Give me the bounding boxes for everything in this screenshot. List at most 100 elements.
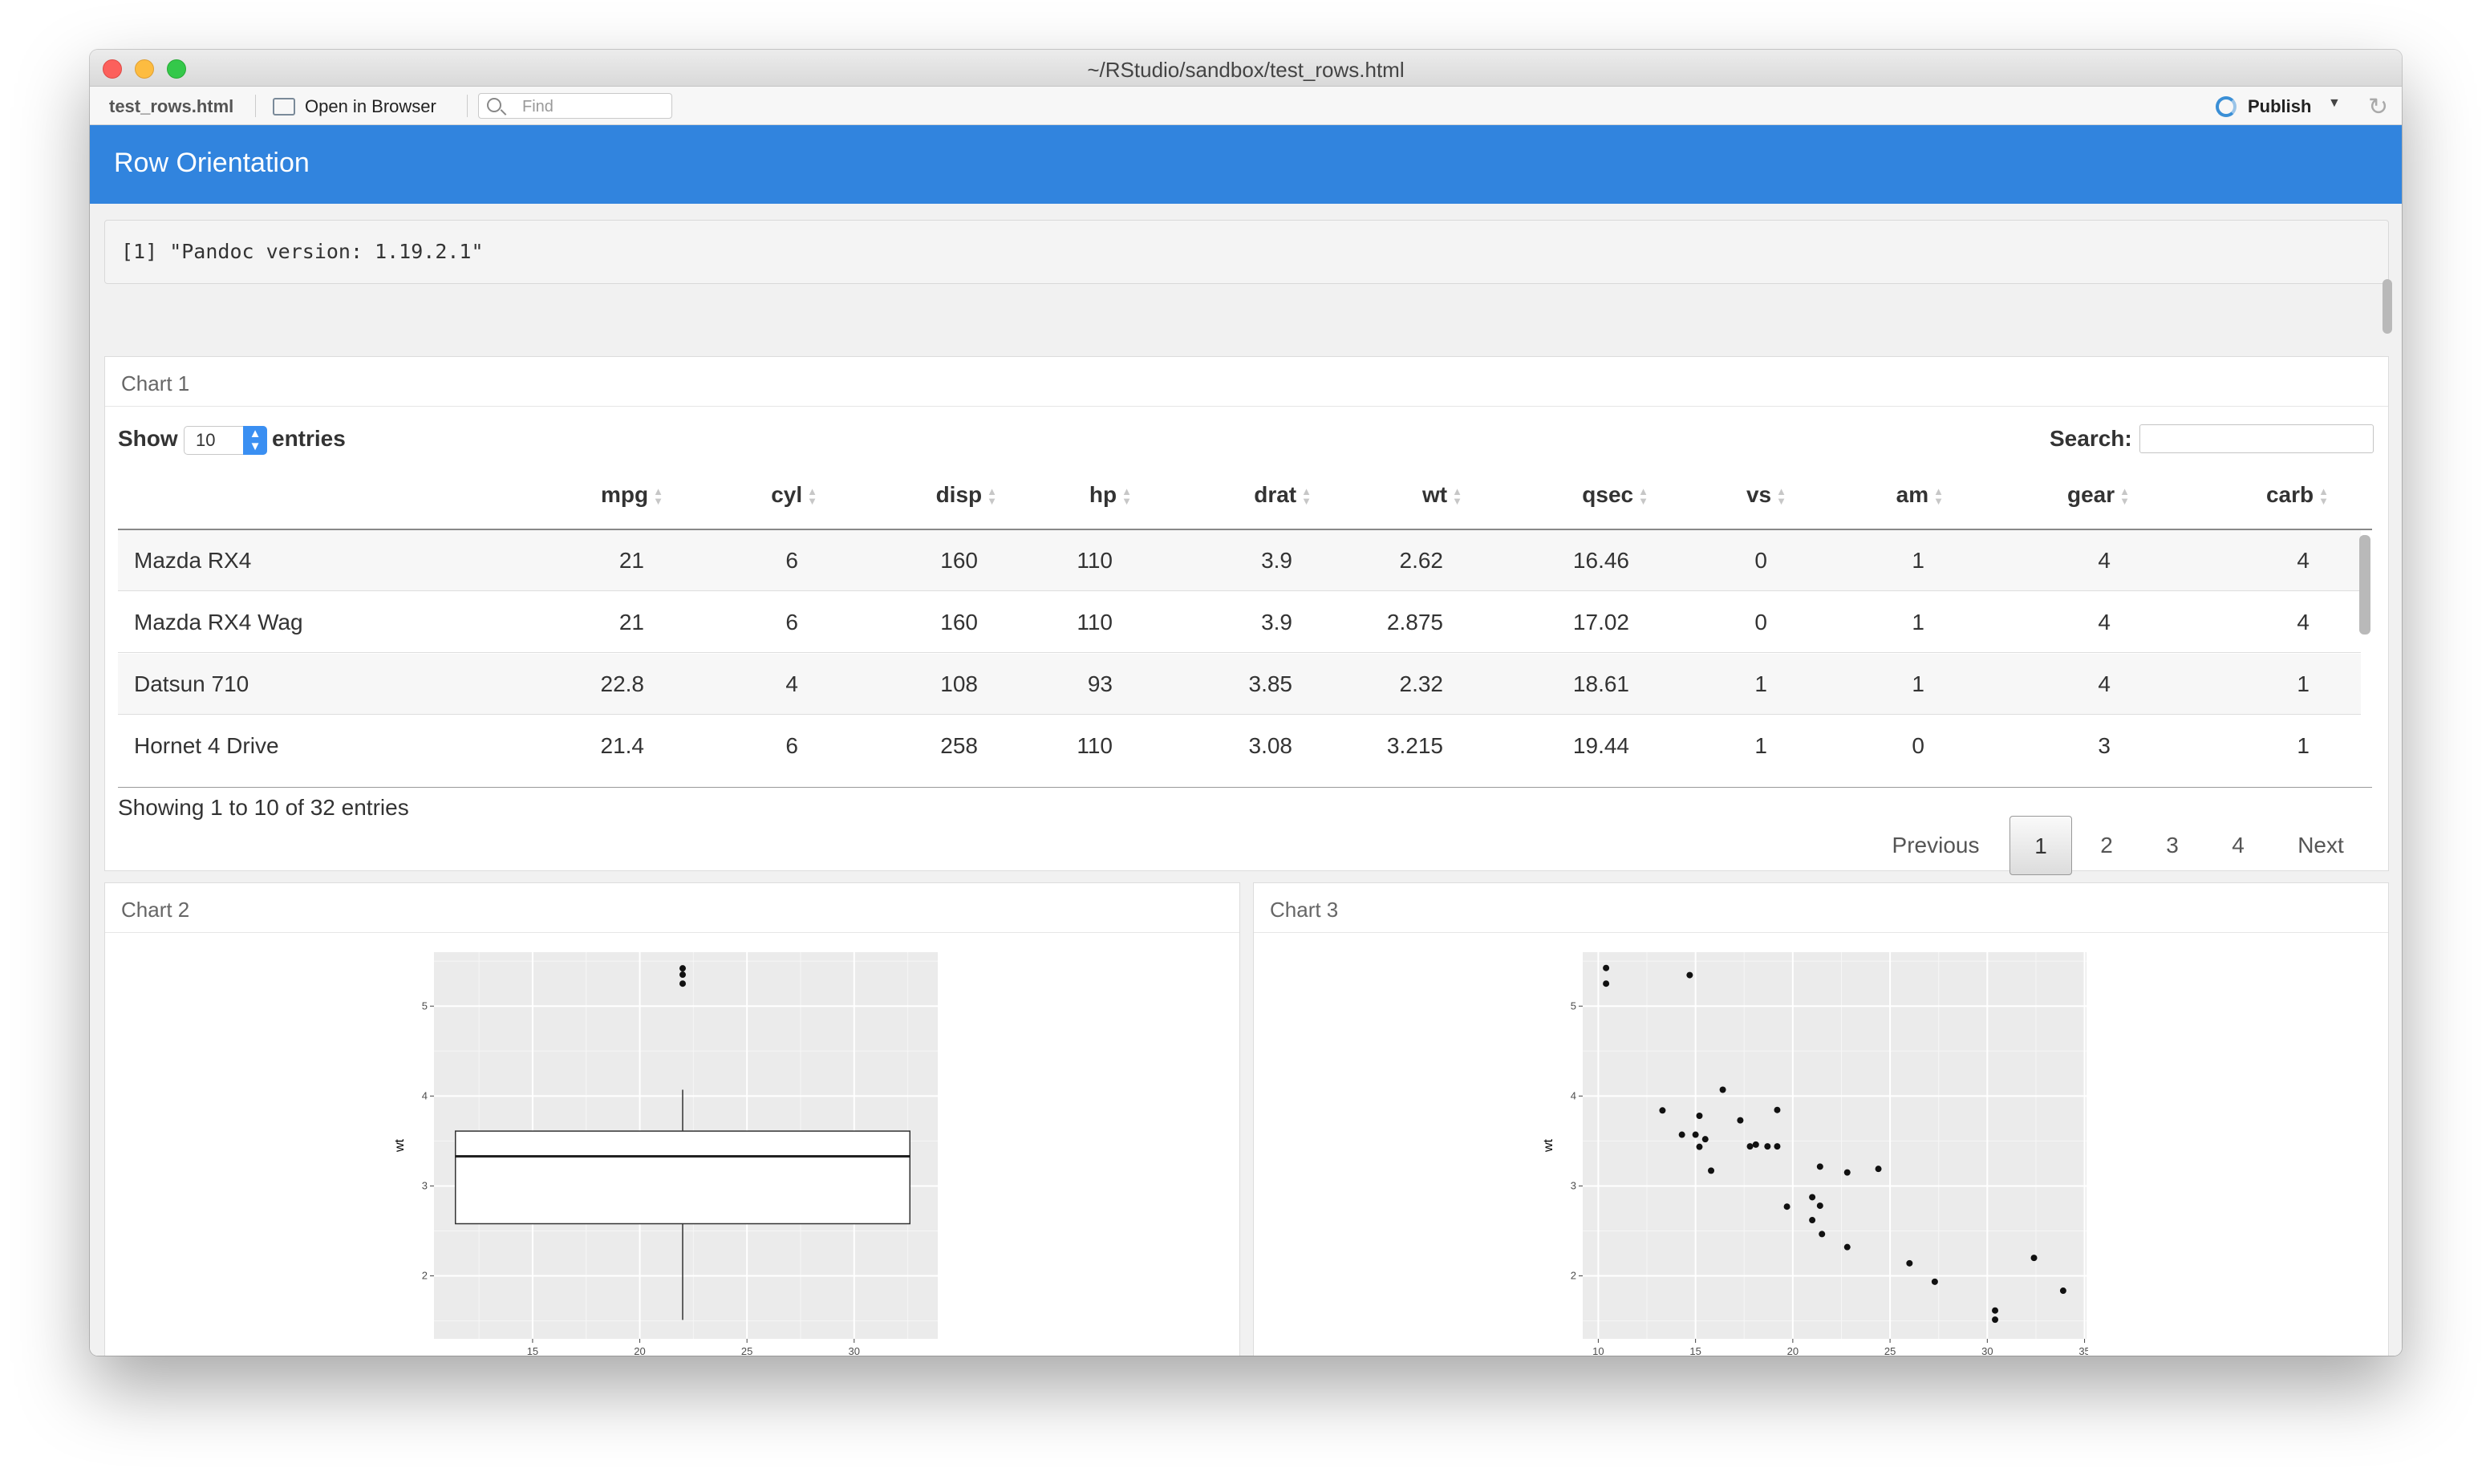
scatter-point bbox=[1819, 1231, 1826, 1238]
window-title: ~/RStudio/sandbox/test_rows.html bbox=[1087, 58, 1405, 82]
previous-page-button[interactable]: Previous bbox=[1881, 816, 1990, 875]
scatter-point bbox=[1809, 1194, 1816, 1201]
page-scrollbar[interactable] bbox=[2383, 279, 2392, 334]
column-header-gear[interactable]: gear ▲ ▼ bbox=[2067, 482, 2130, 508]
cell-disp: 160 bbox=[940, 610, 978, 635]
y-tick-label: 4 bbox=[1571, 1089, 1576, 1101]
entries-select[interactable]: 10 ▲ ▼ bbox=[184, 426, 267, 455]
scatter-point bbox=[1843, 1169, 1851, 1176]
column-header-mpg[interactable]: mpg ▲ ▼ bbox=[601, 482, 663, 508]
column-header-hp[interactable]: hp ▲ ▼ bbox=[1089, 482, 1132, 508]
row-name: Datsun 710 bbox=[134, 671, 249, 696]
scatter-point bbox=[1692, 1131, 1699, 1138]
scatter-point bbox=[1686, 971, 1693, 979]
scatter-point bbox=[1774, 1143, 1781, 1150]
column-header-label: am bbox=[1896, 482, 1929, 507]
x-tick-label: 15 bbox=[527, 1345, 538, 1356]
table-row[interactable]: Datsun 710 22.8 4 108 93 3.85 2.32 18.61 1 1 4 1 bbox=[118, 654, 2361, 715]
row-name: Hornet 4 Drive bbox=[134, 733, 279, 758]
table-bottom-divider bbox=[118, 787, 2372, 788]
x-tick-label: 10 bbox=[1592, 1345, 1604, 1356]
search-icon bbox=[487, 98, 501, 112]
column-header-carb[interactable]: carb ▲ ▼ bbox=[2266, 482, 2329, 508]
select-arrows-icon[interactable]: ▲ ▼ bbox=[243, 426, 267, 455]
scatter-point bbox=[2059, 1287, 2066, 1295]
cell-vs: 1 bbox=[1754, 733, 1767, 758]
cell-hp: 93 bbox=[1087, 671, 1113, 696]
cell-carb: 1 bbox=[2297, 733, 2310, 758]
column-header-label: hp bbox=[1089, 482, 1117, 507]
publish-button[interactable]: Publish bbox=[2248, 96, 2311, 117]
sort-arrows-icon: ▲ ▼ bbox=[1933, 485, 1944, 507]
browser-window: ~/RStudio/sandbox/test_rows.html test_ro… bbox=[90, 50, 2402, 1356]
cell-gear: 4 bbox=[2098, 548, 2111, 573]
column-header-drat[interactable]: drat ▲ ▼ bbox=[1254, 482, 1312, 508]
page-button-3[interactable]: 3 bbox=[2143, 816, 2202, 875]
publish-dropdown-icon[interactable]: ▼ bbox=[2328, 96, 2341, 111]
outlier-point bbox=[679, 965, 686, 972]
cell-vs: 0 bbox=[1754, 610, 1767, 635]
publish-icon[interactable] bbox=[2216, 96, 2237, 117]
table-search-input[interactable] bbox=[2139, 424, 2374, 453]
table-scrollbar[interactable] bbox=[2359, 535, 2370, 635]
x-tick-label: 20 bbox=[1787, 1345, 1799, 1356]
column-header-qsec[interactable]: qsec ▲ ▼ bbox=[1582, 482, 1649, 508]
column-header-label: vs bbox=[1746, 482, 1772, 507]
find-input[interactable]: Find bbox=[478, 93, 672, 119]
scatter-point bbox=[1752, 1141, 1759, 1148]
refresh-icon[interactable]: ↻ bbox=[2368, 93, 2388, 121]
page-button-2[interactable]: 2 bbox=[2077, 816, 2136, 875]
x-tick-label: 15 bbox=[1689, 1345, 1701, 1356]
open-in-browser-button[interactable]: Open in Browser bbox=[305, 96, 436, 117]
sort-arrows-icon: ▲ ▼ bbox=[807, 485, 817, 507]
entries-select-value: 10 bbox=[196, 430, 216, 450]
cell-wt: 3.215 bbox=[1386, 733, 1443, 758]
scatter-point bbox=[1816, 1202, 1823, 1210]
cell-vs: 1 bbox=[1754, 671, 1767, 696]
column-header-wt[interactable]: wt ▲ ▼ bbox=[1422, 482, 1462, 508]
column-header-label: drat bbox=[1254, 482, 1297, 507]
x-tick-label: 35 bbox=[2078, 1345, 2088, 1356]
scatter-point bbox=[1659, 1107, 1666, 1114]
file-tab[interactable]: test_rows.html bbox=[109, 96, 233, 117]
cell-disp: 108 bbox=[940, 671, 978, 696]
column-header-am[interactable]: am ▲ ▼ bbox=[1896, 482, 1944, 508]
navbar: Row Orientation bbox=[90, 125, 2402, 204]
scatter-point bbox=[1737, 1117, 1744, 1124]
sort-arrows-icon: ▲ ▼ bbox=[1776, 485, 1786, 507]
toolbar-divider bbox=[255, 95, 256, 117]
cell-disp: 160 bbox=[940, 548, 978, 573]
outlier-point bbox=[679, 971, 686, 979]
table-row[interactable]: Mazda RX4 21 6 160 110 3.9 2.62 16.46 0 1 4 4 bbox=[118, 530, 2361, 591]
cell-qsec: 19.44 bbox=[1572, 733, 1629, 758]
row-name: Mazda RX4 bbox=[134, 548, 252, 573]
cell-am: 0 bbox=[1912, 733, 1924, 758]
column-header-label: carb bbox=[2265, 482, 2314, 507]
cell-qsec: 16.46 bbox=[1572, 548, 1629, 573]
column-header-vs[interactable]: vs ▲ ▼ bbox=[1746, 482, 1786, 508]
next-page-button[interactable]: Next bbox=[2281, 816, 2361, 875]
cell-am: 1 bbox=[1912, 671, 1924, 696]
search-label: Search: bbox=[2050, 426, 2132, 451]
scatter-point bbox=[1719, 1086, 1726, 1093]
page-button-1[interactable]: 1 bbox=[2009, 816, 2072, 875]
toolbar-divider bbox=[467, 95, 468, 117]
column-header-disp[interactable]: disp ▲ ▼ bbox=[936, 482, 997, 508]
cell-vs: 0 bbox=[1754, 548, 1767, 573]
scatter-point bbox=[1696, 1113, 1703, 1120]
y-tick-label: 3 bbox=[422, 1179, 428, 1191]
y-axis-label: wt bbox=[394, 1138, 407, 1153]
title-bar: ~/RStudio/sandbox/test_rows.html bbox=[90, 50, 2402, 87]
dashboard-title: Row Orientation bbox=[114, 148, 310, 178]
y-tick-label: 3 bbox=[1571, 1179, 1576, 1191]
viewer-toolbar: test_rows.html Open in Browser Find Publ… bbox=[90, 87, 2402, 125]
page-button-4[interactable]: 4 bbox=[2208, 816, 2268, 875]
column-header-cyl[interactable]: cyl ▲ ▼ bbox=[771, 482, 817, 508]
table-row[interactable]: Mazda RX4 Wag 21 6 160 110 3.9 2.875 17.02 0 1 4 4 bbox=[118, 592, 2361, 653]
console-output-panel: [1] "Pandoc version: 1.19.2.1" bbox=[104, 220, 2389, 284]
open-browser-icon[interactable] bbox=[273, 98, 295, 116]
scatter-point bbox=[2030, 1255, 2038, 1262]
column-header-label: mpg bbox=[601, 482, 649, 507]
table-row[interactable]: Hornet 4 Drive 21.4 6 258 110 3.08 3.215 19.44 1… bbox=[118, 716, 2361, 776]
scatter-point bbox=[1708, 1167, 1715, 1174]
